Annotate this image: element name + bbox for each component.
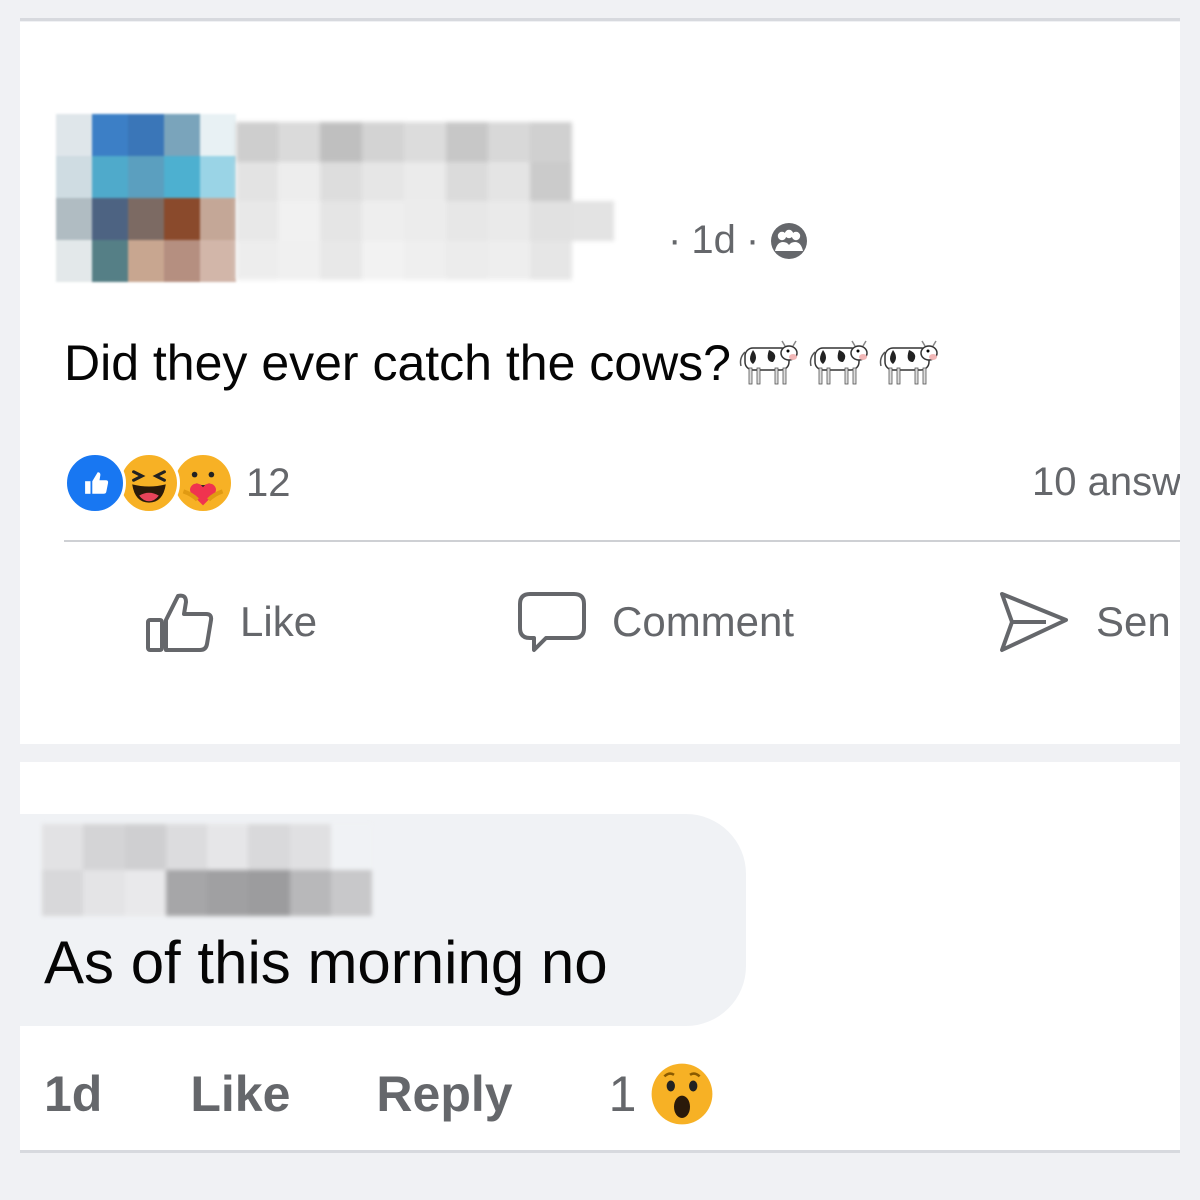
comment-label: Comment [612,598,795,645]
comment-time[interactable]: 1d [44,1065,102,1123]
cow-emojis [735,338,943,388]
answers-count[interactable]: 10 answ [1032,460,1180,505]
send-button[interactable]: Sen [996,588,1180,656]
comment-button[interactable]: Comment [516,588,794,656]
comment-reaction-count[interactable]: 1 [609,1065,637,1123]
separator-dot: · [745,218,760,262]
post-time[interactable]: 1d [691,218,736,263]
send-icon [1000,592,1068,652]
friends-icon[interactable] [769,221,809,261]
top-border [20,18,1180,21]
post-meta: · 1d · [668,218,809,263]
comment-actions: 1d Like Reply 1 [44,1062,714,1126]
cow-icon [739,340,798,385]
avatar[interactable] [56,114,236,282]
like-reaction-icon [64,452,126,514]
like-icon [146,593,214,652]
wow-reaction-icon[interactable] [650,1062,714,1126]
comment-text: As of this morning no [44,929,608,996]
like-label: Like [240,598,318,645]
post-card: · 1d · Did they ever catch the cows? 12 … [20,22,1180,744]
bottom-border [20,1150,1180,1153]
reaction-count: 12 [246,460,291,505]
comment-reply-button[interactable]: Reply [376,1065,512,1123]
like-button[interactable]: Like [144,588,317,656]
author-name-redacted[interactable] [236,122,656,280]
cow-icon [809,340,868,385]
send-label: Sen [1096,598,1171,645]
post-body: Did they ever catch the cows? [64,334,943,392]
commenter-name-redacted[interactable] [42,824,372,916]
comment-card: As of this morning no 1d Like Reply 1 [20,762,1180,1150]
comment-icon [518,592,586,652]
post-text: Did they ever catch the cows? [64,335,731,391]
comment-like-button[interactable]: Like [190,1065,290,1123]
reaction-summary[interactable]: 12 [64,452,291,514]
separator-dot: · [668,218,682,262]
care-reaction-icon [172,452,234,514]
haha-reaction-icon [118,452,180,514]
cow-icon [879,340,938,385]
divider [64,540,1180,542]
